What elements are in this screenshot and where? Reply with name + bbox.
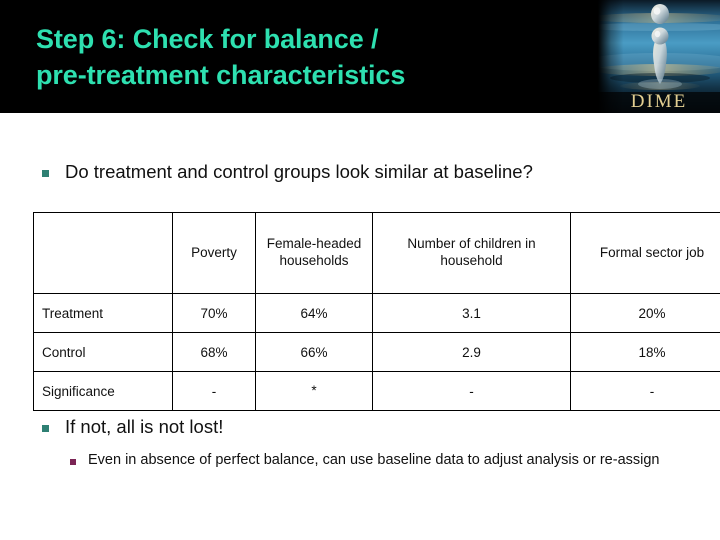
cell-control-poverty: 68% bbox=[172, 332, 256, 372]
table-row: Treatment 70% 64% 3.1 20% bbox=[33, 293, 720, 333]
column-header-number-of-children: Number of children in household bbox=[372, 212, 571, 294]
table-row: Significance - * - - bbox=[33, 371, 720, 411]
row-label-significance: Significance bbox=[33, 371, 173, 411]
cell-significance-female-headed: * bbox=[255, 371, 373, 411]
cell-significance-formal-job: - bbox=[570, 371, 720, 411]
table-header-row: Poverty Female-headed households Number … bbox=[33, 212, 720, 294]
column-header-poverty: Poverty bbox=[172, 212, 256, 294]
bullet-if-not-text: If not, all is not lost! bbox=[65, 416, 224, 437]
header-band: Step 6: Check for balance / pre-treatmen… bbox=[0, 0, 720, 113]
cell-treatment-children: 3.1 bbox=[372, 293, 571, 333]
row-label-treatment: Treatment bbox=[33, 293, 173, 333]
column-header-formal-sector-job: Formal sector job bbox=[570, 212, 720, 294]
column-header-female-headed-households: Female-headed households bbox=[255, 212, 373, 294]
cell-control-formal-job: 18% bbox=[570, 332, 720, 372]
dime-water-drop-logo: DIME bbox=[598, 0, 720, 113]
page-title: Step 6: Check for balance / pre-treatmen… bbox=[36, 24, 406, 90]
cell-treatment-formal-job: 20% bbox=[570, 293, 720, 333]
row-label-control: Control bbox=[33, 332, 173, 372]
bullet-even-if-text: Even in absence of perfect balance, can … bbox=[88, 452, 660, 468]
bullet-question-text: Do treatment and control groups look sim… bbox=[65, 161, 533, 182]
table-row: Control 68% 66% 2.9 18% bbox=[33, 332, 720, 372]
square-bullet-icon bbox=[42, 170, 49, 177]
table-body: Treatment 70% 64% 3.1 20% Control 68% 66… bbox=[33, 293, 720, 411]
cell-control-female-headed: 66% bbox=[255, 332, 373, 372]
cell-control-children: 2.9 bbox=[372, 332, 571, 372]
cell-treatment-poverty: 70% bbox=[172, 293, 256, 333]
bullet-item-if-not: If not, all is not lost! bbox=[42, 416, 682, 439]
table-header: Poverty Female-headed households Number … bbox=[33, 212, 720, 294]
table-corner-cell bbox=[33, 212, 173, 294]
bullet-item-even-if: Even in absence of perfect balance, can … bbox=[70, 452, 670, 470]
cell-significance-poverty: - bbox=[172, 371, 256, 411]
square-sub-bullet-icon bbox=[70, 459, 76, 465]
cell-significance-children: - bbox=[372, 371, 571, 411]
dime-logo-text: DIME bbox=[631, 91, 688, 112]
bullet-item-question: Do treatment and control groups look sim… bbox=[42, 161, 682, 184]
water-drop-icon: DIME bbox=[598, 0, 720, 113]
balance-table: Poverty Female-headed households Number … bbox=[33, 212, 720, 411]
square-bullet-icon bbox=[42, 425, 49, 432]
cell-treatment-female-headed: 64% bbox=[255, 293, 373, 333]
